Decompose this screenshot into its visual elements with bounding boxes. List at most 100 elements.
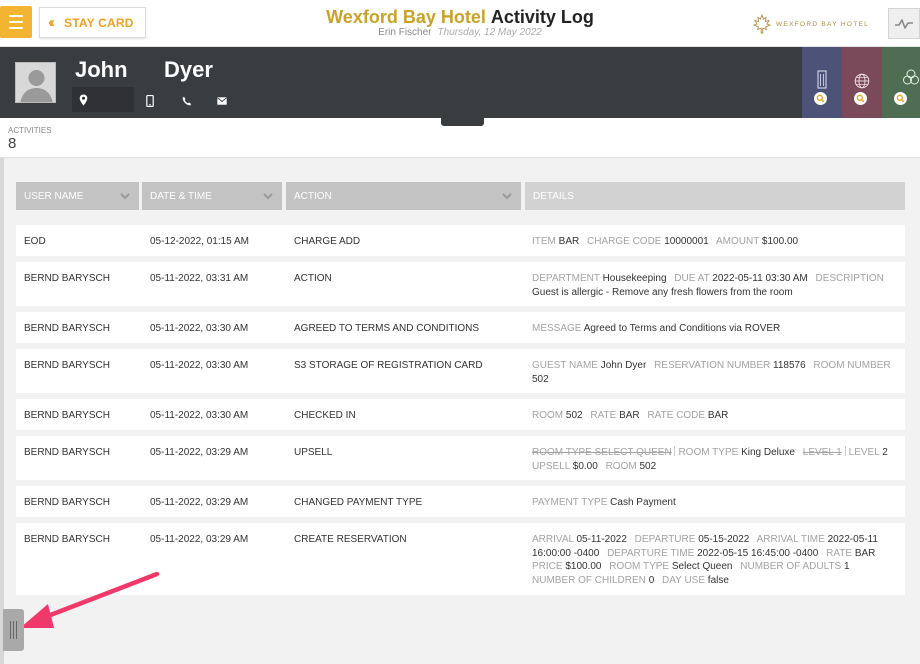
guest-last-name: Dyer — [164, 57, 213, 82]
detail-key: MESSAGE — [532, 323, 582, 334]
cell-details: ITEM BAR CHARGE CODE 10000001 AMOUNT $10… — [532, 235, 900, 249]
detail-value: 0 — [648, 574, 655, 586]
cell-action: ACTION — [294, 273, 332, 284]
detail-key: PAYMENT TYPE — [532, 497, 608, 508]
cell-date-time: 05-11-2022, 03:30 AM — [150, 410, 249, 421]
business-date: Thursday, 12 May 2022 — [437, 27, 542, 38]
detail-key: DEPARTMENT — [532, 273, 600, 284]
hotel-name: Wexford Bay Hotel — [326, 7, 486, 27]
column-header-action[interactable]: ACTION — [286, 182, 521, 210]
cell-user-name: BERND BARYSCH — [24, 447, 110, 458]
cell-user-name: BERND BARYSCH — [24, 410, 110, 421]
activity-pulse-icon — [895, 18, 913, 29]
detail-value: John Dyer — [600, 360, 647, 371]
hotel-brand: WEXFORD BAY HOTEL — [752, 14, 869, 34]
phone-icon[interactable] — [182, 96, 192, 106]
detail-key: ROOM — [532, 410, 564, 421]
detail-value: 05-15-2022 — [698, 534, 750, 545]
detail-value: false — [707, 574, 729, 586]
detail-separator — [844, 446, 846, 456]
column-header-date-time[interactable]: DATE & TIME — [142, 182, 282, 210]
email-icon[interactable] — [217, 97, 227, 105]
grip-line — [16, 621, 17, 639]
detail-value: BAR — [558, 236, 580, 247]
detail-key: LEVEL 1 — [802, 447, 842, 458]
guest-location-field[interactable] — [72, 87, 134, 112]
activities-label: ACTIVITIES — [8, 126, 52, 135]
table-row[interactable]: BERND BARYSCH 05-11-2022, 03:30 AM CHECKED… — [16, 399, 905, 430]
detail-key: CHARGE CODE — [587, 236, 662, 247]
page-name: Activity Log — [490, 7, 594, 27]
cell-action: UPSELL — [294, 447, 333, 458]
tile-circles[interactable] — [882, 47, 920, 118]
cell-user-name: BERND BARYSCH — [24, 323, 110, 334]
tile-globe[interactable] — [842, 47, 882, 118]
cell-action: CHANGED PAYMENT TYPE — [294, 497, 423, 508]
table-row[interactable]: BERND BARYSCH 05-11-2022, 03:29 AM CHANGED… — [16, 486, 905, 517]
cell-details: PAYMENT TYPE Cash Payment — [532, 496, 900, 510]
guest-summary-bar: John Dyer — [0, 47, 920, 118]
detail-value: BAR — [619, 410, 640, 421]
detail-separator — [674, 446, 676, 456]
cell-date-time: 05-11-2022, 03:30 AM — [150, 323, 249, 334]
detail-value: 502 — [532, 373, 549, 385]
tile-building[interactable] — [802, 47, 842, 118]
column-header-user-name[interactable]: USER NAME — [16, 182, 139, 210]
detail-value: Housekeeping — [602, 273, 667, 284]
activity-log-button[interactable] — [888, 8, 920, 39]
detail-key: NUMBER OF CHILDREN — [532, 574, 646, 586]
detail-key: ROOM TYPE — [609, 561, 670, 572]
mobile-phone-icon[interactable] — [146, 95, 154, 107]
cell-details: DEPARTMENT Housekeeping DUE AT 2022-05-1… — [532, 272, 900, 299]
cell-date-time: 05-11-2022, 03:29 AM — [150, 447, 249, 458]
chevron-down-icon — [263, 193, 273, 200]
detail-value: King Deluxe — [741, 447, 795, 458]
detail-value: Select Queen — [671, 561, 733, 572]
detail-key: RATE — [590, 410, 617, 421]
column-header-label: DETAILS — [533, 190, 574, 202]
annotation-arrow-icon — [20, 571, 160, 628]
column-header-label: USER NAME — [24, 190, 84, 202]
search-icon — [894, 92, 907, 105]
cell-action: AGREED TO TERMS AND CONDITIONS — [294, 323, 480, 334]
detail-key: RATE — [826, 547, 853, 559]
cell-details: ROOM TYPE SELECT QUEEN ROOM TYPE King De… — [532, 446, 900, 473]
detail-value: 05-11-2022 — [576, 534, 627, 545]
detail-value: 502 — [639, 460, 657, 472]
cell-user-name: BERND BARYSCH — [24, 534, 110, 545]
detail-key: ROOM — [605, 460, 637, 472]
detail-value: 502 — [565, 410, 583, 421]
detail-value: 1 — [844, 561, 850, 572]
top-header: ‹‹ STAY CARD Wexford Bay Hotel Activity L… — [0, 0, 920, 47]
detail-key: ARRIVAL — [532, 534, 574, 545]
cell-user-name: EOD — [24, 236, 46, 247]
circles-icon — [903, 69, 919, 85]
detail-value: 2022-05-15 16:45:00 -0400 — [697, 547, 819, 559]
search-icon — [814, 92, 827, 105]
guest-bar-pull-tab[interactable] — [441, 117, 484, 126]
current-user-name: Erin Fischer — [378, 27, 432, 38]
chevron-down-icon — [120, 193, 130, 200]
detail-key: DEPARTURE — [634, 534, 696, 545]
detail-value: 10000001 — [664, 236, 709, 247]
detail-key: PRICE — [532, 561, 563, 572]
cell-details: ROOM 502 RATE BAR RATE CODE BAR — [532, 409, 900, 423]
table-row[interactable]: BERND BARYSCH 05-11-2022, 03:31 AM ACTION D… — [16, 262, 905, 306]
chevron-down-icon — [502, 193, 512, 200]
guest-first-name: John — [75, 57, 128, 82]
drawer-handle[interactable] — [3, 609, 24, 651]
detail-value: 118576 — [773, 360, 806, 371]
cell-date-time: 05-11-2022, 03:29 AM — [150, 497, 249, 508]
table-row[interactable]: BERND BARYSCH 05-11-2022, 03:30 AM AGREED … — [16, 312, 905, 343]
table-row[interactable]: BERND BARYSCH 05-11-2022, 03:29 AM UPSELL R… — [16, 436, 905, 480]
detail-key: UPSELL — [532, 460, 570, 472]
building-icon — [817, 70, 827, 89]
cell-action: S3 STORAGE OF REGISTRATION CARD — [294, 360, 483, 371]
detail-value: 2022-05-11 03:30 AM — [712, 273, 808, 284]
detail-key: ROOM NUMBER — [813, 360, 891, 371]
cell-user-name: BERND BARYSCH — [24, 273, 110, 284]
detail-key: DAY USE — [662, 574, 706, 586]
table-row[interactable]: BERND BARYSCH 05-11-2022, 03:30 AM S3 STOR… — [16, 349, 905, 393]
table-row[interactable]: EOD 05-12-2022, 01:15 AM CHARGE ADD ITEM BA… — [16, 225, 905, 256]
activities-count: 8 — [8, 135, 17, 152]
